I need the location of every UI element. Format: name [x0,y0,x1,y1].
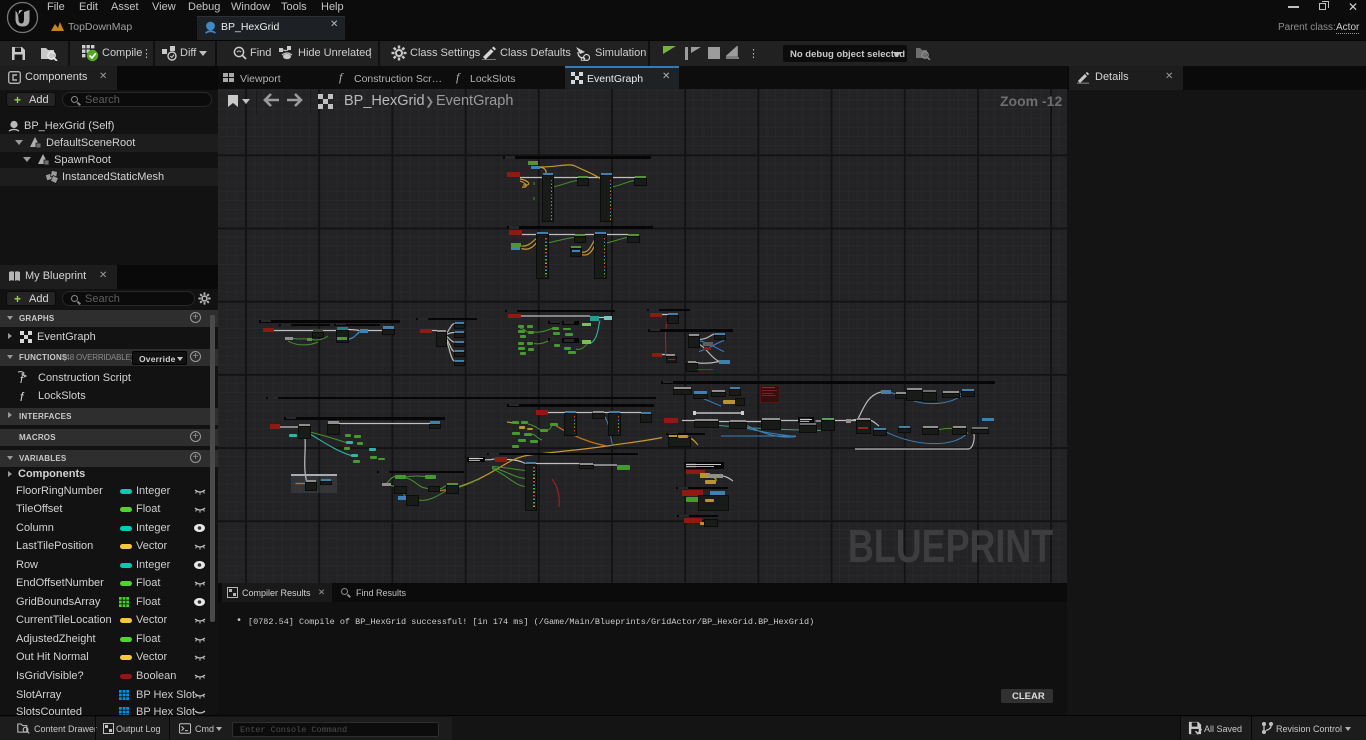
svg-text:f: f [20,390,25,402]
svg-text:f: f [20,374,24,384]
